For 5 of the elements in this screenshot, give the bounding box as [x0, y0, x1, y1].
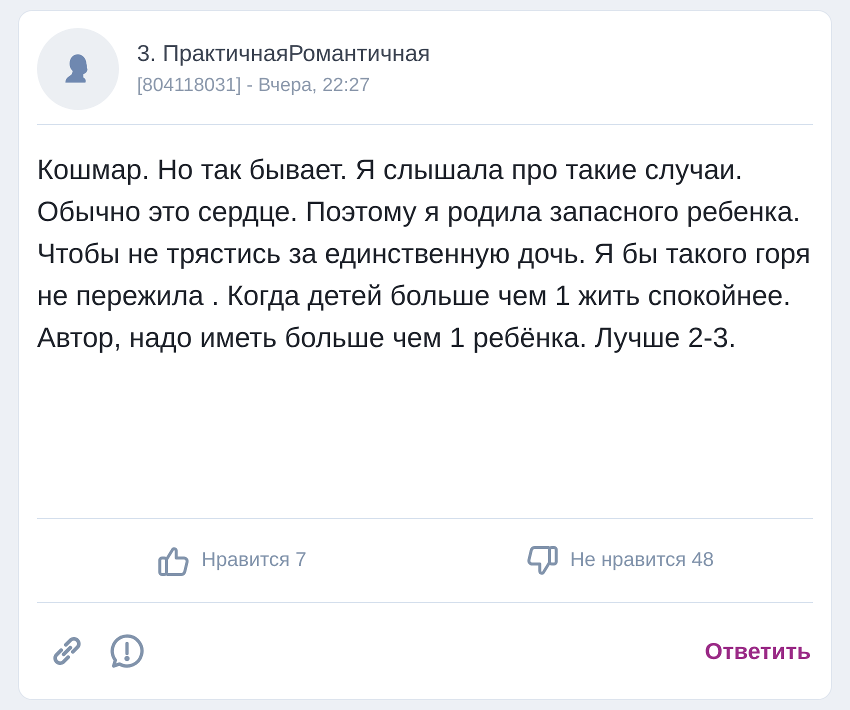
comment-text: Кошмар. Но так бывает. Я слышала про такие случаи. Обычно это сердце. Поэтому я родила запасного ребенка. Чтобы не трястись за единственную дочь. Я бы такого горя не пережила . Когда детей больше чем 1 жить спокойнее.: [37, 153, 812, 314]
comment-text: Автор, надо иметь больше чем 1 ребёнка. Лучше 2-3.: [37, 321, 738, 356]
post-meta: [804118031] - Вчера, 22:27: [137, 75, 370, 98]
reply-button[interactable]: Ответить: [702, 634, 813, 669]
author-name[interactable]: 3. ПрактичнаяРомантичная: [137, 40, 430, 68]
